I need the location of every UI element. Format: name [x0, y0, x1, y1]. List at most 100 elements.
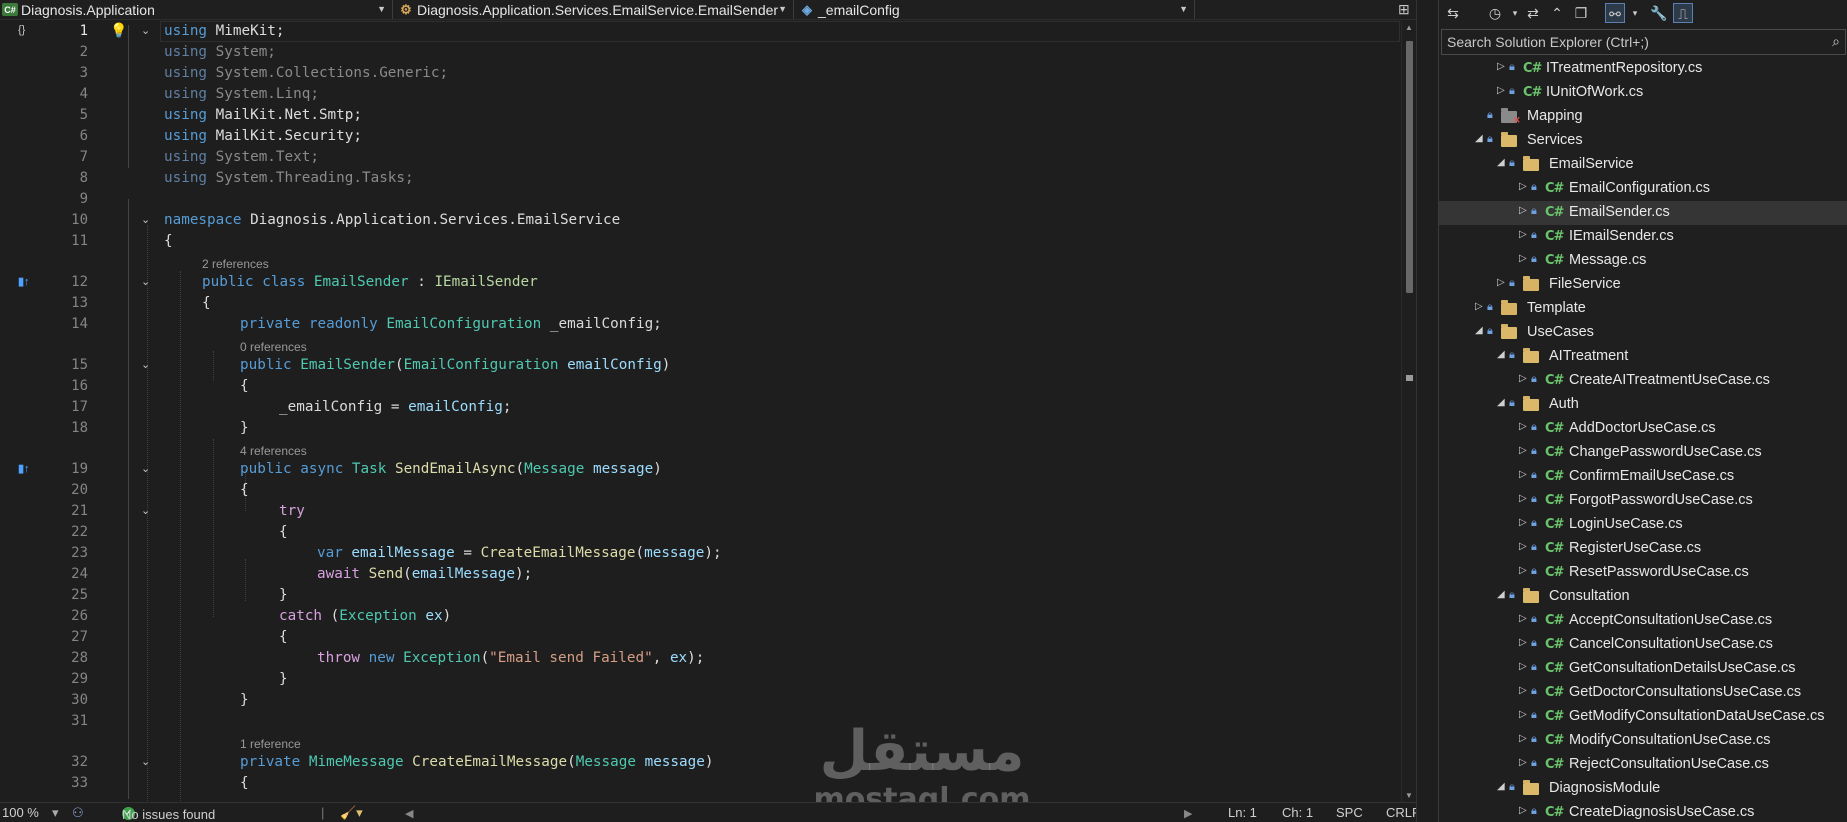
code-line[interactable]: 11 { — [0, 231, 1400, 252]
tree-item-consultation[interactable]: ◢ 🔒︎ Consultation — [1439, 585, 1847, 609]
tree-item-template[interactable]: ▷ 🔒︎ Template — [1439, 297, 1847, 321]
panel-splitter[interactable] — [1416, 0, 1438, 822]
code-line[interactable]: 10 ⌄ namespace Diagnosis.Application.Ser… — [0, 210, 1400, 231]
copilot-icon[interactable]: ⚇ — [72, 805, 84, 821]
tree-item-iunitofwork[interactable]: ▷ 🔒︎ C# IUnitOfWork.cs — [1439, 81, 1847, 105]
collapse-icon[interactable]: ⌄ — [141, 752, 150, 773]
collapse-icon[interactable]: ⌄ — [141, 459, 150, 480]
code-line[interactable]: 3 using System.Collections.Generic; — [0, 63, 1400, 84]
line-indicator[interactable]: Ln: 1 — [1228, 805, 1257, 820]
tree-item-iemailsender[interactable]: ▷ 🔒︎ C# IEmailSender.cs — [1439, 225, 1847, 249]
code-line[interactable]: 4 using System.Linq; — [0, 84, 1400, 105]
tree-item-createaitreatmentusecase[interactable]: ▷ 🔒︎ C# CreateAITreatmentUseCase.cs — [1439, 369, 1847, 393]
scroll-left-icon[interactable]: ◀ — [405, 807, 413, 820]
tree-item-rejectconsultationusecase[interactable]: ▷ 🔒︎ C# RejectConsultationUseCase.cs — [1439, 753, 1847, 777]
expand-icon[interactable]: ▷ — [1475, 301, 1487, 312]
tree-item-cancelconsultationusecase[interactable]: ▷ 🔒︎ C# CancelConsultationUseCase.cs — [1439, 633, 1847, 657]
preview-selected-icon[interactable]: ⎍ — [1673, 3, 1693, 23]
code-line[interactable]: 25 } — [0, 585, 1400, 606]
code-lens-references[interactable]: 4 references — [240, 444, 307, 458]
zoom-level[interactable]: 100 % — [2, 805, 39, 820]
tree-item-adddoctorusecase[interactable]: ▷ 🔒︎ C# AddDoctorUseCase.cs — [1439, 417, 1847, 441]
tree-item-forgotpasswordusecase[interactable]: ▷ 🔒︎ C# ForgotPasswordUseCase.cs — [1439, 489, 1847, 513]
collapse-icon[interactable]: ⌄ — [141, 272, 150, 293]
expand-icon[interactable]: ▷ — [1519, 565, 1531, 576]
collapse-icon[interactable]: ◢ — [1497, 349, 1509, 360]
code-line[interactable]: 33 { — [0, 773, 1400, 794]
code-line[interactable]: 2 using System; — [0, 42, 1400, 63]
expand-icon[interactable]: ▷ — [1519, 613, 1531, 624]
code-lens-references[interactable]: 2 references — [202, 257, 269, 271]
tree-item-emailservice[interactable]: ◢ 🔒︎ EmailService — [1439, 153, 1847, 177]
expand-icon[interactable]: ▷ — [1519, 805, 1531, 816]
tree-item-loginusecase[interactable]: ▷ 🔒︎ C# LoginUseCase.cs — [1439, 513, 1847, 537]
tree-item-usecases[interactable]: ◢ 🔒︎ UseCases — [1439, 321, 1847, 345]
expand-icon[interactable]: ▷ — [1519, 661, 1531, 672]
tree-item-acceptconsultationusecase[interactable]: ▷ 🔒︎ C# AcceptConsultationUseCase.cs — [1439, 609, 1847, 633]
code-line[interactable]: 15 ⌄ public EmailSender(EmailConfigurati… — [0, 355, 1400, 376]
code-line[interactable]: 14 private readonly EmailConfiguration _… — [0, 314, 1400, 335]
code-line[interactable]: 9 — [0, 189, 1400, 210]
code-cleanup-icon[interactable]: 🧹▾ — [340, 805, 363, 821]
lightbulb-icon[interactable]: 💡 — [110, 22, 127, 39]
code-line[interactable]: 22 { — [0, 522, 1400, 543]
tree-item-emailconfiguration[interactable]: ▷ 🔒︎ C# EmailConfiguration.cs — [1439, 177, 1847, 201]
code-line[interactable]: 23 var emailMessage = CreateEmailMessage… — [0, 543, 1400, 564]
expand-icon[interactable]: ▷ — [1519, 229, 1531, 240]
show-all-files-icon[interactable]: ❐ — [1571, 3, 1591, 23]
collapse-icon[interactable]: ◢ — [1497, 157, 1509, 168]
switch-views-icon[interactable]: ⇆ — [1443, 3, 1463, 23]
code-line[interactable]: 6 using MailKit.Security; — [0, 126, 1400, 147]
code-line[interactable]: 5 using MailKit.Net.Smtp; — [0, 105, 1400, 126]
tree-item-fileservice[interactable]: ▷ 🔒︎ FileService — [1439, 273, 1847, 297]
project-dropdown[interactable]: C# Diagnosis.Application ▼ — [0, 0, 393, 19]
expand-icon[interactable]: ▷ — [1519, 541, 1531, 552]
tree-item-changepasswordusecase[interactable]: ▷ 🔒︎ C# ChangePasswordUseCase.cs — [1439, 441, 1847, 465]
code-lens-references[interactable]: 0 references — [240, 340, 307, 354]
type-dropdown[interactable]: ⚙ Diagnosis.Application.Services.EmailSe… — [396, 0, 794, 19]
collapse-icon[interactable]: ◢ — [1475, 133, 1487, 144]
chevron-down-icon[interactable]: ▾ — [1505, 3, 1525, 23]
implements-icon[interactable]: ▮↑ — [18, 275, 38, 290]
tree-item-itreatmentrepository[interactable]: ▷ 🔒︎ C# ITreatmentRepository.cs — [1439, 57, 1847, 81]
code-line[interactable]: ▮↑ 19 ⌄ public async Task SendEmailAsync… — [0, 459, 1400, 480]
member-dropdown[interactable]: ◈ _emailConfig ▼ — [797, 0, 1195, 19]
collapse-icon[interactable]: ⌄ — [141, 501, 150, 522]
tree-item-getconsultationdetailsusecase[interactable]: ▷ 🔒︎ C# GetConsultationDetailsUseCase.cs — [1439, 657, 1847, 681]
tree-item-diagnosismodule[interactable]: ◢ 🔒︎ DiagnosisModule — [1439, 777, 1847, 801]
tree-item-modifyconsultationusecase[interactable]: ▷ 🔒︎ C# ModifyConsultationUseCase.cs — [1439, 729, 1847, 753]
code-line[interactable]: ▮↑ 12 ⌄ public class EmailSender : IEmai… — [0, 272, 1400, 293]
tree-item-creatediagnosisusecase[interactable]: ▷ 🔒︎ C# CreateDiagnosisUseCase.cs — [1439, 801, 1847, 822]
tree-item-mapping[interactable]: 🔒︎ ✕ Mapping — [1439, 105, 1847, 129]
split-editor-icon[interactable]: ⊞ — [1398, 1, 1412, 18]
tree-item-getdoctorconsultationsusecase[interactable]: ▷ 🔒︎ C# GetDoctorConsultationsUseCase.cs — [1439, 681, 1847, 705]
collapse-icon[interactable]: ◢ — [1497, 589, 1509, 600]
code-line[interactable]: 28 throw new Exception("Email send Faile… — [0, 648, 1400, 669]
expand-icon[interactable]: ▷ — [1519, 469, 1531, 480]
collapse-icon[interactable]: ⌄ — [141, 210, 150, 231]
expand-icon[interactable]: ▷ — [1519, 757, 1531, 768]
tree-item-resetpasswordusecase[interactable]: ▷ 🔒︎ C# ResetPasswordUseCase.cs — [1439, 561, 1847, 585]
code-line[interactable]: {​} 1 💡 ⌄ using MimeKit; — [0, 21, 1400, 42]
code-line[interactable]: 30 } — [0, 690, 1400, 711]
expand-icon[interactable]: ▷ — [1519, 253, 1531, 264]
expand-icon[interactable]: ▷ — [1519, 685, 1531, 696]
tree-item-auth[interactable]: ◢ 🔒︎ Auth — [1439, 393, 1847, 417]
collapse-icon[interactable]: ◢ — [1497, 781, 1509, 792]
expand-icon[interactable]: ▷ — [1519, 709, 1531, 720]
expand-icon[interactable]: ▷ — [1519, 205, 1531, 216]
expand-icon[interactable]: ▷ — [1519, 373, 1531, 384]
code-line[interactable]: 32 ⌄ private MimeMessage CreateEmailMess… — [0, 752, 1400, 773]
code-line[interactable]: 26 catch (Exception ex) — [0, 606, 1400, 627]
code-line[interactable]: 20 { — [0, 480, 1400, 501]
tree-item-registerusecase[interactable]: ▷ 🔒︎ C# RegisterUseCase.cs — [1439, 537, 1847, 561]
expand-icon[interactable]: ▷ — [1497, 85, 1509, 96]
pending-changes-icon[interactable]: ◷ — [1485, 3, 1505, 23]
tree-item-services[interactable]: ◢ 🔒︎ Services — [1439, 129, 1847, 153]
tree-item-message[interactable]: ▷ 🔒︎ C# Message.cs — [1439, 249, 1847, 273]
expand-icon[interactable]: ▷ — [1497, 61, 1509, 72]
code-line[interactable]: 17 _emailConfig = emailConfig; — [0, 397, 1400, 418]
expand-icon[interactable]: ▷ — [1519, 181, 1531, 192]
code-line[interactable]: 21 ⌄ try — [0, 501, 1400, 522]
code-line[interactable]: 24 await Send(emailMessage); — [0, 564, 1400, 585]
